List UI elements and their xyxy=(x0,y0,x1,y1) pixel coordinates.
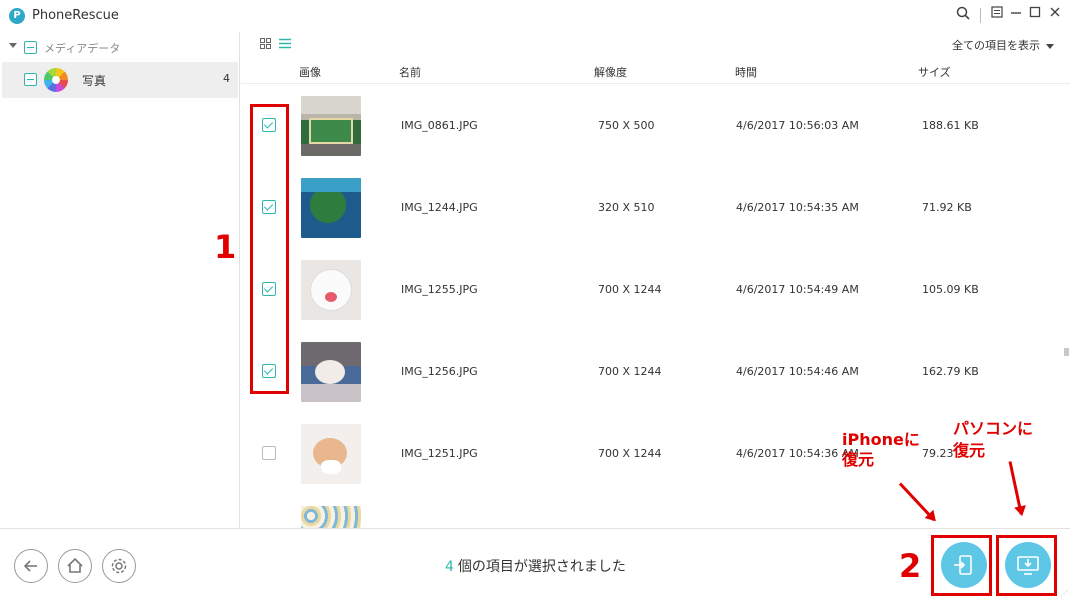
table-row[interactable] xyxy=(241,500,1070,528)
table-row[interactable]: IMG_1251.JPG 700 X 1244 4/6/2017 10:54:3… xyxy=(241,418,1070,500)
column-header-time[interactable]: 時間 xyxy=(735,64,757,80)
back-button[interactable] xyxy=(14,549,48,583)
column-header-name[interactable]: 名前 xyxy=(399,64,421,80)
annotation-label-to-computer-line2: 復元 xyxy=(953,441,986,460)
resize-grip-icon[interactable]: ⋰ xyxy=(1060,589,1068,598)
file-resolution: 700 X 1244 xyxy=(598,365,662,378)
main-panel: 全ての項目を表示 画像 名前 解像度 時間 サイズ IMG_0861.JPG 7… xyxy=(241,32,1070,528)
annotation-step-1: 1 xyxy=(214,228,237,266)
file-time: 4/6/2017 10:54:46 AM xyxy=(736,365,859,378)
photo-thumbnail[interactable] xyxy=(301,178,361,238)
file-time: 4/6/2017 10:54:36 AM xyxy=(736,447,859,460)
annotation-label-to-computer: パソコンに 復元 xyxy=(953,418,1033,462)
annotation-step-2: 2 xyxy=(899,547,922,585)
annotation-box-checkboxes xyxy=(250,104,289,394)
sidebar: メディアデータ 写真 4 xyxy=(0,32,240,528)
photo-thumbnail[interactable] xyxy=(301,342,361,402)
caret-down-icon xyxy=(1046,43,1054,49)
settings-button[interactable] xyxy=(102,549,136,583)
photos-partial-checkbox[interactable] xyxy=(24,73,37,86)
file-name: IMG_0861.JPG xyxy=(401,119,478,132)
column-header-resolution[interactable]: 解像度 xyxy=(594,64,627,80)
close-icon[interactable] xyxy=(1046,6,1064,24)
file-size: 71.92 KB xyxy=(922,201,972,214)
annotation-label-to-device-line2: 復元 xyxy=(842,450,875,469)
grid-view-icon[interactable] xyxy=(260,38,271,52)
file-time: 4/6/2017 10:54:49 AM xyxy=(736,283,859,296)
search-icon[interactable] xyxy=(954,6,972,24)
selection-count: 4 xyxy=(445,559,454,575)
table-header: 画像 名前 解像度 時間 サイズ xyxy=(241,60,1070,84)
annotation-label-to-device: iPhoneに 復元 xyxy=(842,430,920,470)
table-row[interactable]: IMG_0861.JPG 750 X 500 4/6/2017 10:56:03… xyxy=(241,90,1070,172)
file-name: IMG_1251.JPG xyxy=(401,447,478,460)
category-label: メディアデータ xyxy=(44,42,121,55)
photos-count: 4 xyxy=(223,72,230,85)
selection-label: 個の項目が選択されました xyxy=(457,559,626,575)
maximize-icon[interactable] xyxy=(1026,6,1044,24)
file-time: 4/6/2017 10:56:03 AM xyxy=(736,119,859,132)
app-logo-icon: P xyxy=(9,8,25,24)
scrollbar-thumb[interactable] xyxy=(1064,348,1069,356)
title-bar: P PhoneRescue xyxy=(0,0,1070,32)
app-title: PhoneRescue xyxy=(32,8,119,23)
table-row[interactable]: IMG_1256.JPG 700 X 1244 4/6/2017 10:54:4… xyxy=(241,336,1070,418)
photo-thumbnail[interactable] xyxy=(301,260,361,320)
filter-dropdown[interactable]: 全ての項目を表示 xyxy=(952,37,1054,53)
photo-thumbnail[interactable] xyxy=(301,506,361,528)
annotation-label-to-computer-line1: パソコンに xyxy=(953,419,1034,438)
titlebar-divider xyxy=(980,8,981,23)
file-name: IMG_1255.JPG xyxy=(401,283,478,296)
annotation-label-to-device-line1: iPhoneに xyxy=(842,430,920,449)
column-header-size[interactable]: サイズ xyxy=(918,64,951,80)
minimize-icon[interactable] xyxy=(1007,6,1025,24)
sidebar-category-media[interactable]: メディアデータ xyxy=(0,36,239,60)
photo-thumbnail[interactable] xyxy=(301,424,361,484)
file-resolution: 700 X 1244 xyxy=(598,447,662,460)
photos-app-icon xyxy=(44,68,68,92)
selection-status: 4 個の項目が選択されました xyxy=(445,556,626,576)
file-name: IMG_1256.JPG xyxy=(401,365,478,378)
chevron-down-icon[interactable] xyxy=(9,43,17,48)
list-view-icon[interactable] xyxy=(279,38,291,52)
file-size: 79.23 xyxy=(922,447,954,460)
photos-label: 写真 xyxy=(82,74,107,88)
file-size: 105.09 KB xyxy=(922,283,979,296)
filter-label: 全ての項目を表示 xyxy=(952,39,1040,52)
file-resolution: 750 X 500 xyxy=(598,119,655,132)
sidebar-item-photos[interactable]: 写真 4 xyxy=(2,62,238,98)
file-name: IMG_1244.JPG xyxy=(401,201,478,214)
file-time: 4/6/2017 10:54:35 AM xyxy=(736,201,859,214)
file-size: 162.79 KB xyxy=(922,365,979,378)
row-checkbox[interactable] xyxy=(262,446,276,460)
home-button[interactable] xyxy=(58,549,92,583)
file-resolution: 320 X 510 xyxy=(598,201,655,214)
annotation-box-to-device xyxy=(931,535,992,596)
category-partial-checkbox[interactable] xyxy=(24,41,37,54)
menu-icon[interactable] xyxy=(988,6,1006,24)
column-header-image[interactable]: 画像 xyxy=(299,64,321,80)
annotation-box-to-computer xyxy=(996,535,1057,596)
file-size: 188.61 KB xyxy=(922,119,979,132)
file-resolution: 700 X 1244 xyxy=(598,283,662,296)
photo-thumbnail[interactable] xyxy=(301,96,361,156)
table-row[interactable]: IMG_1244.JPG 320 X 510 4/6/2017 10:54:35… xyxy=(241,172,1070,254)
table-row[interactable]: IMG_1255.JPG 700 X 1244 4/6/2017 10:54:4… xyxy=(241,254,1070,336)
